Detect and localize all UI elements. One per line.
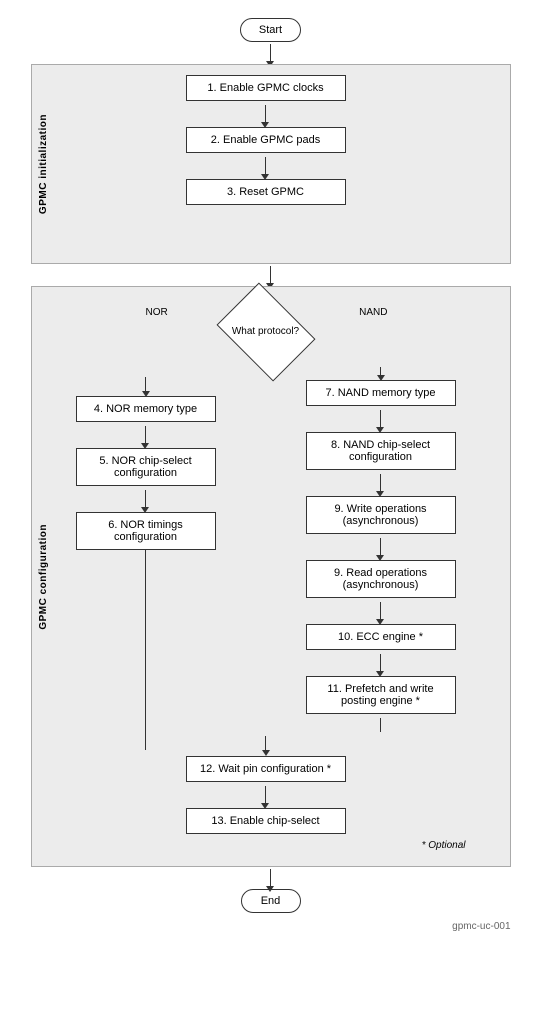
gpmc-init-label-wrap: GPMC initialization <box>32 65 56 263</box>
arrow-nand2 <box>380 474 381 492</box>
diagram-container: Start GPMC initialization 1. Enable GPMC… <box>0 0 541 952</box>
end-oval: End <box>241 889 301 913</box>
nand-column: 7. NAND memory type 8. NAND chip-select … <box>286 367 476 732</box>
step2-box: 2. Enable GPMC pads <box>186 127 346 153</box>
decision-wrap: What protocol? NOR NAND <box>136 297 396 367</box>
decision-diamond <box>216 283 315 382</box>
arrow-nand4 <box>380 602 381 620</box>
step10-box: 10. ECC engine * <box>306 624 456 650</box>
arrow-nand3 <box>380 538 381 556</box>
step4-box: 4. NOR memory type <box>76 396 216 422</box>
merge-line-center <box>265 736 266 750</box>
two-col-layout: 4. NOR memory type 5. NOR chip-select co… <box>56 367 476 750</box>
arrow-12to13 <box>265 786 266 804</box>
gpmc-config-section: GPMC configuration What protocol? NOR NA… <box>31 286 511 867</box>
arrow-nor1 <box>145 426 146 444</box>
step9b-box: 9. Read operations (asynchronous) <box>306 560 456 598</box>
config-content: What protocol? NOR NAND 4. NOR memory ty… <box>56 297 476 851</box>
arrow-nand5 <box>380 654 381 672</box>
gpmc-config-label-wrap: GPMC configuration <box>32 287 56 866</box>
optional-note-wrap: * Optional <box>56 840 476 851</box>
footer-wrap: gpmc-uc-001 <box>31 917 511 932</box>
footer-label: gpmc-uc-001 <box>452 921 510 932</box>
nand-branch-label: NAND <box>359 307 387 318</box>
arrow-start <box>270 44 271 62</box>
gpmc-config-label: GPMC configuration <box>38 524 49 630</box>
start-oval: Start <box>240 18 301 42</box>
gpmc-init-section: GPMC initialization 1. Enable GPMC clock… <box>31 64 511 264</box>
arrow2 <box>265 157 266 175</box>
gpmc-init-label: GPMC initialization <box>38 114 49 214</box>
arrow-nor-down <box>145 377 146 391</box>
merge-area <box>56 736 476 750</box>
step5-box: 5. NOR chip-select configuration <box>76 448 216 486</box>
step9a-box: 9. Write operations (asynchronous) <box>306 496 456 534</box>
nor-merge-line <box>145 550 146 750</box>
step7-box: 7. NAND memory type <box>306 380 456 406</box>
step3-box: 3. Reset GPMC <box>186 179 346 205</box>
step1-box: 1. Enable GPMC clocks <box>186 75 346 101</box>
arrow-nor2 <box>145 490 146 508</box>
step11-box: 11. Prefetch and write posting engine * <box>306 676 456 714</box>
arrow1 <box>265 105 266 123</box>
arrow-nand-top <box>380 367 381 375</box>
step8-box: 8. NAND chip-select configuration <box>306 432 456 470</box>
step12-box: 12. Wait pin configuration * <box>186 756 346 782</box>
arrow-between-sections <box>270 266 271 284</box>
nor-column: 4. NOR memory type 5. NOR chip-select co… <box>56 367 236 750</box>
init-content: 1. Enable GPMC clocks 2. Enable GPMC pad… <box>56 75 476 205</box>
arrow-nand1 <box>380 410 381 428</box>
step13-box: 13. Enable chip-select <box>186 808 346 834</box>
nor-branch-label: NOR <box>146 307 168 318</box>
arrow-to-end <box>270 869 271 887</box>
optional-note: * Optional <box>422 840 466 851</box>
step6-box: 6. NOR timings configuration <box>76 512 216 550</box>
nand-merge-line <box>380 718 381 732</box>
